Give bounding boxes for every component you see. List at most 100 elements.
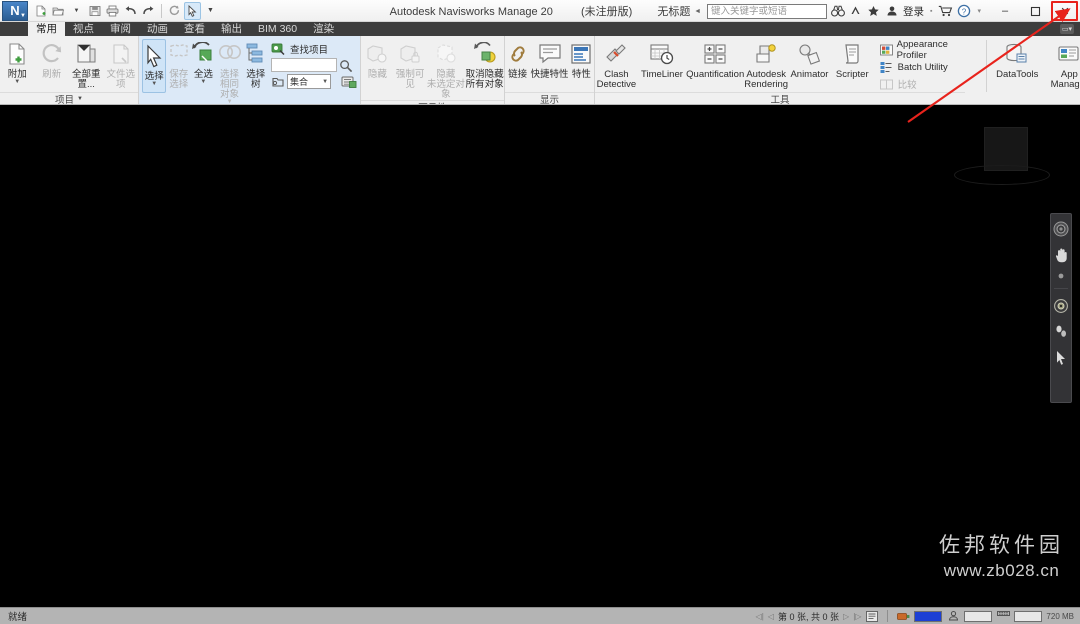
require-button[interactable]: 强制可见 [394,38,427,92]
properties-button[interactable]: 特性 [569,38,594,92]
minimize-button[interactable]: – [990,0,1020,22]
select-same-button[interactable]: 选择相同对象 ▼ [216,38,244,104]
hide-button[interactable]: 隐藏 [361,38,394,92]
sets-icon[interactable] [271,75,285,89]
orbit-icon[interactable] [1052,297,1070,315]
select-dropdown-icon[interactable]: ▼ [151,81,157,87]
select-all-dropdown-icon[interactable]: ▼ [200,79,206,85]
maximize-button[interactable] [1020,0,1050,22]
quantification-button[interactable]: Quantification [686,38,744,92]
ribbon-group-tools-label: 工具 [595,92,965,104]
ribbon-display-options-icon[interactable]: ▭▾ [1060,24,1074,34]
hide-icon [365,41,389,67]
autodesk-rendering-button[interactable]: Autodesk Rendering [744,38,788,92]
sheet-nav-first[interactable]: ◁| [756,612,764,621]
application-menu-button[interactable]: N ▼ [2,0,28,21]
animator-button[interactable]: Animator [788,38,831,92]
search-expand-icon[interactable]: ◄ [694,8,701,15]
tab-bim360[interactable]: BIM 360 [250,22,305,36]
file-options-button[interactable]: 文件选项 [104,38,139,92]
look-around-icon[interactable] [1052,323,1070,341]
save-icon[interactable] [86,2,103,20]
links-button[interactable]: 链接 [505,38,530,92]
ribbon-group-project: 附加 ▼ 刷新 全部重置... 文件选项 项目 ▼ [0,36,139,104]
select-button[interactable]: 选择 ▼ [142,39,167,93]
watermark-title: 佐邦软件园 [939,533,1064,557]
autodesk-a360-icon[interactable] [848,4,863,19]
tab-home[interactable]: 常用 [28,22,65,36]
pan-hand-icon[interactable] [1052,246,1070,264]
cart-icon[interactable] [938,4,953,19]
append-button[interactable]: 附加 ▼ [0,38,35,92]
tab-view[interactable]: 查看 [176,22,213,36]
datatools-button[interactable]: DataTools [993,38,1041,92]
app-manager-button[interactable]: App Manager [1041,38,1080,92]
close-button[interactable]: ✕ [1050,0,1080,22]
compare-icon [880,77,894,91]
tab-viewpoint[interactable]: 视点 [65,22,102,36]
help-icon[interactable]: ? [956,4,971,19]
links-label: 链接 [508,69,528,80]
zoom-icon[interactable] [1052,272,1070,280]
open-icon[interactable] [50,2,67,20]
new-icon[interactable] [32,2,49,20]
tab-render[interactable]: 渲染 [305,22,342,36]
select-cursor-icon[interactable] [184,1,201,20]
favorites-star-icon[interactable] [866,4,881,19]
appearance-profiler-icon [879,43,893,57]
search-binoculars-icon[interactable] [830,4,845,19]
redo-icon[interactable] [140,2,157,20]
hide-label: 隐藏 [367,69,387,80]
select-same-label: 选择相同对象 [220,69,240,100]
user-account-icon[interactable] [884,4,899,19]
tab-animation[interactable]: 动画 [139,22,176,36]
sign-in-button[interactable]: 登录 [903,4,924,19]
timeliner-button[interactable]: TimeLiner [638,38,686,92]
sheet-browser-icon[interactable] [865,610,879,622]
scene-view[interactable]: 佐邦软件园 www.zb028.cn [0,105,1080,607]
compare-button[interactable]: 比较 [878,76,977,92]
save-selection-button[interactable]: 保存选择 [166,38,191,92]
tab-review[interactable]: 审阅 [102,22,139,36]
append-file-icon [5,41,29,67]
app-manager-label: App Manager [1050,69,1080,90]
view-cube-compass-ring[interactable] [954,165,1050,185]
open-dropdown-icon[interactable]: ▼ [68,2,85,20]
quick-props-button[interactable]: 快捷特性 [530,38,569,92]
print-icon[interactable] [104,2,121,20]
quick-find-input[interactable] [271,58,338,72]
reset-all-button[interactable]: 全部重置... [69,38,104,92]
sheet-nav-last[interactable]: |▷ [853,612,861,621]
qat-customize-icon[interactable]: ▼ [202,2,219,20]
select-same-icon [217,41,243,67]
reset-all-icon [74,41,98,67]
clash-detective-button[interactable]: Clash Detective [595,38,638,92]
select-cursor-nav-icon[interactable] [1052,349,1070,367]
hide-unselected-button[interactable]: 隐藏 未选定对象 [427,38,466,100]
sheet-nav-next[interactable]: ▷ [843,612,849,621]
undo-icon[interactable] [122,2,139,20]
search-input[interactable] [707,3,827,19]
steering-wheel-icon[interactable] [1052,220,1070,238]
refresh-button[interactable]: 刷新 [35,38,70,92]
find-items-row[interactable]: 查找项目 [271,42,357,56]
sets-dropdown[interactable]: 集合 ▼ [287,74,332,89]
unhide-all-button[interactable]: 取消隐藏 所有对象 [465,38,504,92]
view-cube[interactable] [954,123,1050,189]
titlebar-more-icon[interactable]: ▾ [977,7,981,15]
navigation-bar [1050,213,1072,403]
sets-dropdown-value: 集合 [290,77,309,87]
manage-sets-icon[interactable] [341,75,357,89]
tab-output[interactable]: 输出 [213,22,250,36]
project-dialog-launcher-icon[interactable]: ▼ [77,96,83,102]
select-all-button[interactable]: 全选 ▼ [191,38,216,92]
quick-find-icon[interactable] [339,59,353,72]
scripter-button[interactable]: Scripter [831,38,874,92]
append-dropdown-icon[interactable]: ▼ [14,79,20,85]
refresh-icon[interactable] [166,2,183,20]
sheet-nav-prev[interactable]: ◁ [768,612,774,621]
titlebar-right-tools: ◄ 登录 ▪ ? ▾ [694,0,984,22]
batch-utility-button[interactable]: Batch Utility [878,59,977,75]
selection-tree-button[interactable]: 选择树 [243,38,268,92]
appearance-profiler-button[interactable]: Appearance Profiler [878,39,977,61]
